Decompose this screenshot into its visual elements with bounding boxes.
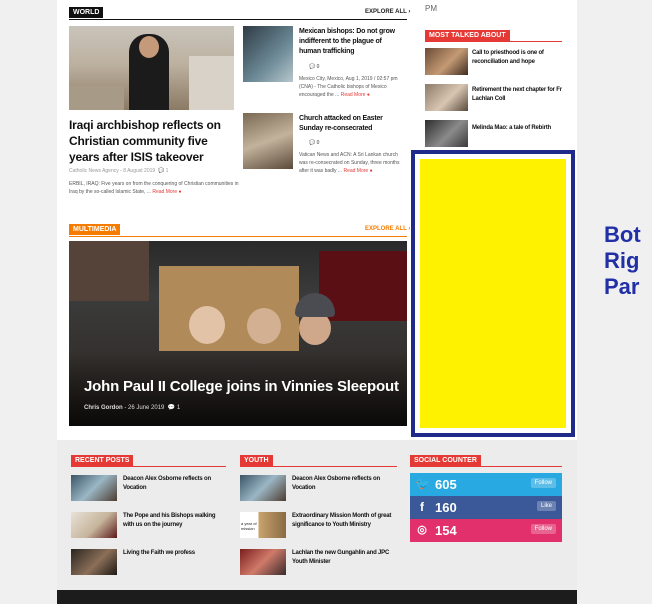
side-article-2-title[interactable]: Church attacked on Easter Sunday re-cons… (299, 114, 407, 134)
recent-post-1-thumb[interactable] (71, 475, 117, 501)
divider (425, 41, 562, 42)
multimedia-section-label: MULTIMEDIA (69, 224, 121, 235)
comment-icon: 💬 (156, 168, 165, 174)
social-row-facebook[interactable]: f 160 Like (410, 496, 562, 519)
side-article-2-comments-wrap: 💬 0 (309, 140, 319, 146)
archbishop-photo[interactable] (69, 26, 234, 110)
read-more-link[interactable]: Read More (343, 168, 368, 174)
side-panel-label-line-3: Par (604, 274, 640, 299)
page: PM WORLD EXPLORE ALL › Iraqi archbishop … (57, 0, 577, 604)
side-article-1-title[interactable]: Mexican bishops: Do not grow indifferent… (299, 27, 403, 57)
feature-date: - 26 June 2019 (124, 405, 165, 411)
read-more-link[interactable]: Read More (341, 92, 366, 98)
feature-author[interactable]: Chris Gordon (84, 405, 123, 411)
recent-post-3-title[interactable]: Living the Faith we profess (123, 549, 223, 558)
arrow-circle-icon[interactable]: ● (367, 92, 370, 98)
youth-2-title[interactable]: Extraordinary Mission Month of great sig… (292, 512, 396, 530)
instagram-count: 154 (435, 523, 457, 538)
world-main-title[interactable]: Iraqi archbishop reflects on Christian c… (69, 117, 239, 165)
world-main-excerpt: ERBIL, IRAQ: Five years on from the conq… (69, 180, 239, 196)
most-talked-3-title[interactable]: Melinda Mao: a tale of Rebirth (472, 124, 562, 133)
most-talked-1-thumb[interactable] (425, 48, 468, 75)
most-talked-3-thumb[interactable] (425, 120, 468, 147)
most-talked-2-title[interactable]: Retirement the next chapter for Fr Lachl… (472, 86, 562, 104)
most-talked-1-title[interactable]: Call to priesthood is one of reconciliat… (472, 49, 562, 67)
youth-3-title[interactable]: Lachlan the new Gungahlin and JPC Youth … (292, 549, 396, 567)
vinnies-sleepout-photo[interactable] (69, 241, 407, 426)
comment-icon: 💬 (309, 64, 316, 70)
side-article-2-excerpt: Vatican News and ACN: A Sri Lankan churc… (299, 151, 407, 175)
youth-2-thumb[interactable]: a year of mission (240, 512, 286, 538)
side-article-2-comments: 0 (316, 140, 320, 146)
divider (410, 466, 562, 467)
read-more-link[interactable]: Read More (152, 189, 177, 195)
arrow-circle-icon[interactable]: ● (179, 189, 182, 195)
recent-post-2-title[interactable]: The Pope and his Bishops walking with us… (123, 512, 223, 530)
social-counter-label: SOCIAL COUNTER (410, 455, 481, 466)
facebook-count: 160 (435, 500, 457, 515)
side-panel-label-line-1: Bot (604, 222, 641, 247)
divider (69, 19, 407, 20)
world-explore-all-link[interactable]: EXPLORE ALL › (365, 9, 410, 15)
side-panel-label-line-2: Rig (604, 248, 640, 273)
multimedia-explore-all-link[interactable]: EXPLORE ALL › (365, 226, 410, 232)
comment-icon: 💬 (166, 405, 176, 411)
divider (69, 236, 407, 237)
world-main-comments: 1 (165, 168, 169, 174)
comment-icon: 💬 (309, 140, 316, 146)
mexico-article-photo[interactable] (243, 26, 293, 82)
divider (71, 466, 226, 467)
multimedia-feature-meta: Chris Gordon - 26 June 2019 💬 1 (84, 404, 180, 411)
most-talked-label: MOST TALKED ABOUT (425, 30, 510, 41)
youth-1-title[interactable]: Deacon Alex Osborne reflects on Vocation (292, 475, 396, 493)
top-partial-text: PM (425, 4, 437, 13)
youth-label: YOUTH (240, 455, 273, 466)
social-row-instagram[interactable]: ◎ 154 Follow (410, 519, 562, 542)
twitter-icon: 🐦 (415, 477, 430, 491)
side-article-1-excerpt: Mexico City, Mexico, Aug 1, 2019 / 02:57… (299, 75, 407, 99)
side-article-1-comments-wrap: 💬 0 (309, 64, 319, 70)
side-panel-label: Bot Rig Par (604, 222, 641, 300)
arrow-circle-icon[interactable]: ● (370, 168, 373, 174)
world-section-label: WORLD (69, 7, 104, 18)
social-row-twitter[interactable]: 🐦 605 Follow (410, 473, 562, 496)
recent-post-3-thumb[interactable] (71, 549, 117, 575)
most-talked-2-thumb[interactable] (425, 84, 468, 111)
church-attack-photo[interactable] (243, 113, 293, 169)
instagram-follow-button[interactable]: Follow (530, 524, 556, 534)
twitter-count: 605 (435, 477, 457, 492)
world-main-meta: Catholic News Agency - 8 August 2019 💬 1 (69, 168, 168, 174)
youth-2-thumb-caption: a year of mission (241, 521, 257, 531)
side-article-1-comments: 0 (316, 64, 320, 70)
recent-post-2-thumb[interactable] (71, 512, 117, 538)
youth-1-thumb[interactable] (240, 475, 286, 501)
feature-comments: 1 (176, 405, 181, 411)
world-main-date: Catholic News Agency - 8 August 2019 (69, 168, 156, 174)
facebook-icon: f (420, 500, 424, 514)
yellow-ad-panel[interactable] (411, 150, 575, 437)
instagram-icon: ◎ (417, 524, 427, 536)
recent-post-1-title[interactable]: Deacon Alex Osborne reflects on Vocation (123, 475, 223, 493)
yellow-ad-fill (420, 159, 566, 428)
youth-3-thumb[interactable] (240, 549, 286, 575)
divider (240, 466, 397, 467)
multimedia-feature-title[interactable]: John Paul II College joins in Vinnies Sl… (84, 378, 399, 395)
facebook-like-button[interactable]: Like (536, 501, 556, 511)
recent-posts-label: RECENT POSTS (71, 455, 134, 466)
twitter-follow-button[interactable]: Follow (530, 478, 556, 488)
site-footer-bar (57, 590, 577, 604)
